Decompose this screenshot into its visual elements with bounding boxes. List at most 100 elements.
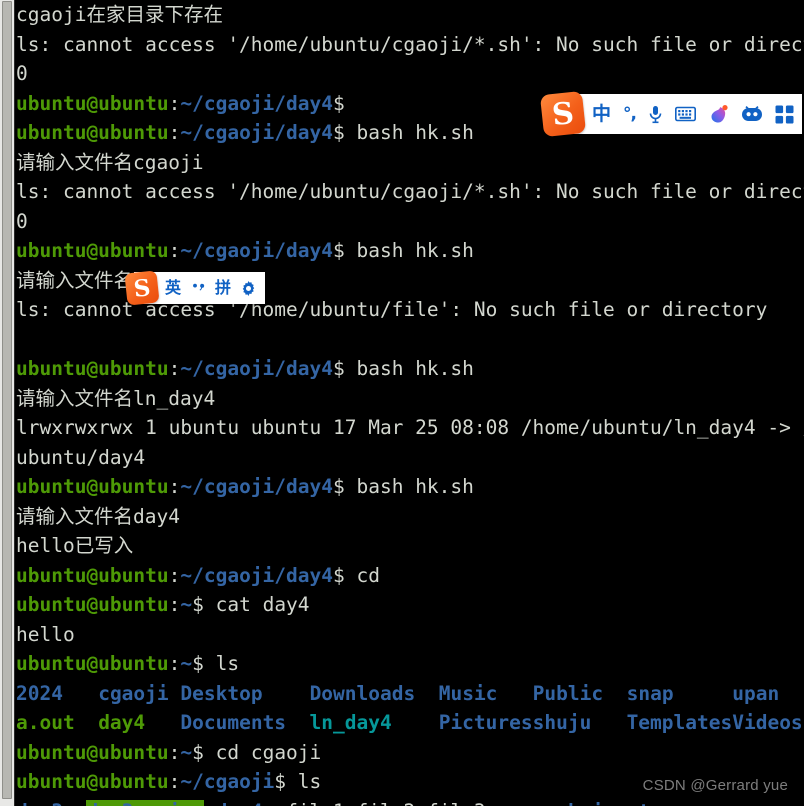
output-text: 0 [16,62,28,85]
ls-entry[interactable]: upan [732,682,779,705]
ls-entry[interactable]: a.out [16,711,75,734]
prompt-user-host: ubuntu@ubuntu [16,91,169,115]
english-mode-icon[interactable]: 英 [160,272,186,304]
terminal-prompt-line: ubuntu@ubuntu:~/cgaoji/day4$ bash hk.sh [16,354,804,384]
settings-gear-icon[interactable] [236,272,261,304]
ls-entry[interactable]: file1 [286,800,345,806]
prompt-dollar: $ [333,357,345,380]
output-text: hello已写入 [16,534,134,557]
ls-entry[interactable]: file3 [427,800,486,806]
sogou-ime-mini-toolbar[interactable]: S 英 拼 [124,270,266,306]
ls-entry[interactable]: shuju [556,800,615,806]
prompt-path: ~/cgaoji/day4 [180,563,333,587]
terminal-prompt-line: ubuntu@ubuntu:~/cgaoji/day4$ bash hk.sh [16,236,804,266]
prompt-colon: : [168,121,181,144]
sogou-ime-toolbar[interactable]: S 中 °, [539,90,802,138]
prompt-dollar: $ [192,740,204,764]
terminal-scrollbar-track[interactable] [0,0,15,806]
ls-entry[interactable]: tar [638,800,673,806]
prompt-command: bash hk.sh [344,121,474,144]
terminal-output-line: lrwxrwxrwx 1 ubuntu ubuntu 17 Mar 25 08:… [16,413,804,443]
prompt-dollar: $ [333,91,345,115]
ls-entry[interactable]: day4 [216,800,263,806]
pinyin-mode-icon[interactable]: 拼 [210,272,236,304]
prompt-command: bash hk.sh [344,475,474,498]
prompt-user-host: ubuntu@ubuntu [16,593,169,616]
terminal-window[interactable]: cgaoji在家目录下存在 ls: cannot access '/home/ub… [0,0,804,806]
terminal-prompt-line: ubuntu@ubuntu:~$ cd cgaoji [16,738,804,768]
output-text: cgaoji在家目录下存在 [16,3,223,26]
ls-entry[interactable]: file2 [357,800,416,806]
prompt-user-host: ubuntu@ubuntu [16,121,169,144]
ls-entry[interactable]: Desktop [180,682,262,705]
output-text: ubuntu/day4 [16,445,146,469]
prompt-colon: : [168,475,181,498]
prompt-path: ~/cgaoji/day4 [180,475,333,498]
prompt-colon: : [168,652,181,675]
prompt-user-host: ubuntu@ubuntu [16,239,169,262]
ls-entry[interactable]: 2024 [16,682,63,705]
prompt-colon: : [168,593,181,616]
punctuation-icon[interactable] [186,272,210,304]
ls-entry[interactable]: Templates [627,711,733,734]
prompt-command: cat day4 [203,593,310,616]
output-text: 0 [16,209,28,233]
prompt-user-host: ubuntu@ubuntu [16,475,169,498]
terminal-scrollbar-thumb[interactable] [2,1,12,799]
cjk-text: 已写入 [74,534,134,557]
prompt-path: ~/cgaoji/day4 [180,91,333,115]
ls-entry[interactable]: Public [533,682,603,705]
prompt-path: ~/cgaoji/day4 [180,357,333,380]
prompt-path: ~ [180,740,193,764]
ls-entry[interactable]: day4 [98,711,145,734]
prompt-path: ~/cgaoji/day4 [180,121,333,144]
output-text: 请输入文件名cgaoji [16,150,204,174]
punctuation-icon[interactable]: °, [617,94,642,134]
soft-keyboard-icon[interactable] [669,94,702,134]
prompt-command: bash hk.sh [344,239,474,262]
microphone-icon[interactable] [642,94,669,134]
terminal-output-line: hello [16,620,804,650]
terminal-output-line: 0 [16,59,804,89]
sogou-logo-icon[interactable]: S [539,90,587,138]
prompt-dollar: $ [333,239,345,262]
prompt-path: ~ [180,593,193,616]
prompt-user-host: ubuntu@ubuntu [16,563,169,587]
ls-entry[interactable]: Pictures [439,711,533,734]
ls-entry[interactable]: day3 [16,800,63,806]
cjk-text: 请输入文件名 [16,386,134,410]
ls-entry[interactable]: cgaoji [98,682,168,705]
prompt-colon: : [168,563,181,587]
ls-output-row: day3 day3review day4 file1 file2 file3 n… [16,797,804,806]
prompt-command: ls [286,770,322,793]
prompt-colon: : [168,239,181,262]
ls-entry[interactable]: new [497,800,532,806]
prompt-user-host: ubuntu@ubuntu [16,770,169,793]
emoji-icon[interactable] [735,94,769,134]
prompt-path: ~/cgaoji [180,770,275,793]
output-text: ls: cannot access '/home/ubuntu/cgaoji/*… [16,180,804,203]
prompt-command: cd cgaoji [203,740,322,764]
terminal-output-line: ubuntu/day4 [16,443,804,473]
ls-entry[interactable]: Documents [180,711,286,734]
prompt-command: cd [344,563,380,587]
terminal-output-line: 0 [16,207,804,237]
ls-entry[interactable]: Videos [732,711,802,734]
cjk-text: 在家目录下存在 [86,3,223,26]
app-grid-icon[interactable] [769,94,800,134]
chinese-mode-icon[interactable]: 中 [586,94,617,134]
cjk-text: 请输入文件名 [16,504,134,528]
ls-entry[interactable]: ln_day4 [310,711,392,734]
ls-entry[interactable]: Downloads [310,682,416,705]
ls-entry[interactable]: shuju [533,711,592,734]
skin-icon[interactable] [702,94,735,134]
ls-entry[interactable]: Music [439,682,498,705]
sogou-logo-icon[interactable]: S [124,270,160,306]
ls-entry[interactable]: day3review [86,799,204,806]
output-text: 请输入文件名ln_day4 [16,386,216,410]
terminal-prompt-line: ubuntu@ubuntu:~$ ls [16,649,804,679]
prompt-dollar: $ [333,563,345,587]
prompt-colon: : [168,740,181,764]
ls-entry[interactable]: snap [627,682,674,705]
prompt-colon: : [168,357,181,380]
